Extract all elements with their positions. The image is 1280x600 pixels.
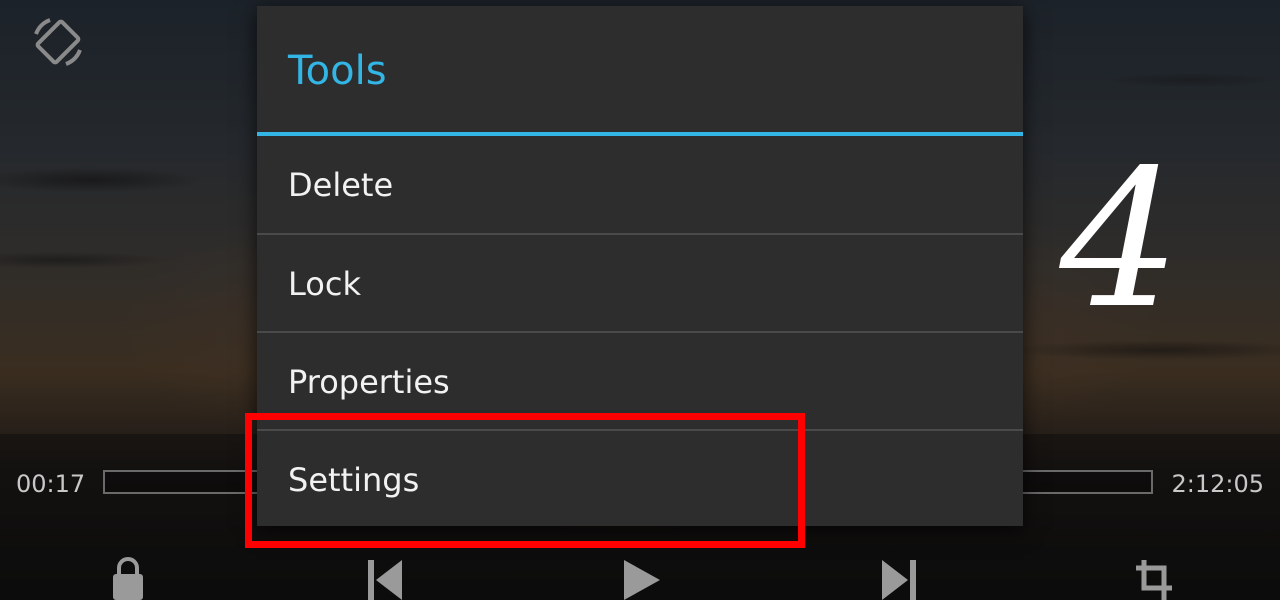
menu-item-label: Lock — [288, 265, 361, 303]
play-icon[interactable] — [620, 556, 664, 600]
menu-item-label: Settings — [288, 461, 420, 499]
lock-icon[interactable] — [108, 556, 148, 600]
menu-item-lock[interactable]: Lock — [257, 235, 1023, 331]
menu-item-label: Delete — [288, 166, 394, 204]
menu-item-properties[interactable]: Properties — [257, 333, 1023, 429]
skip-previous-icon[interactable] — [366, 556, 406, 600]
menu-item-label: Properties — [288, 363, 450, 401]
tools-dialog: Tools Delete Lock Properties Settings — [257, 6, 1023, 526]
dialog-title: Tools — [288, 48, 387, 94]
total-time: 2:12:05 — [1171, 470, 1264, 498]
skip-next-icon[interactable] — [878, 556, 918, 600]
current-time: 00:17 — [16, 470, 86, 498]
crop-icon[interactable] — [1134, 556, 1174, 600]
menu-item-settings[interactable]: Settings — [257, 431, 1023, 527]
menu-item-delete[interactable]: Delete — [257, 136, 1023, 232]
overlay-number: 4 — [1059, 129, 1181, 350]
rotate-screen-icon[interactable] — [28, 12, 88, 72]
